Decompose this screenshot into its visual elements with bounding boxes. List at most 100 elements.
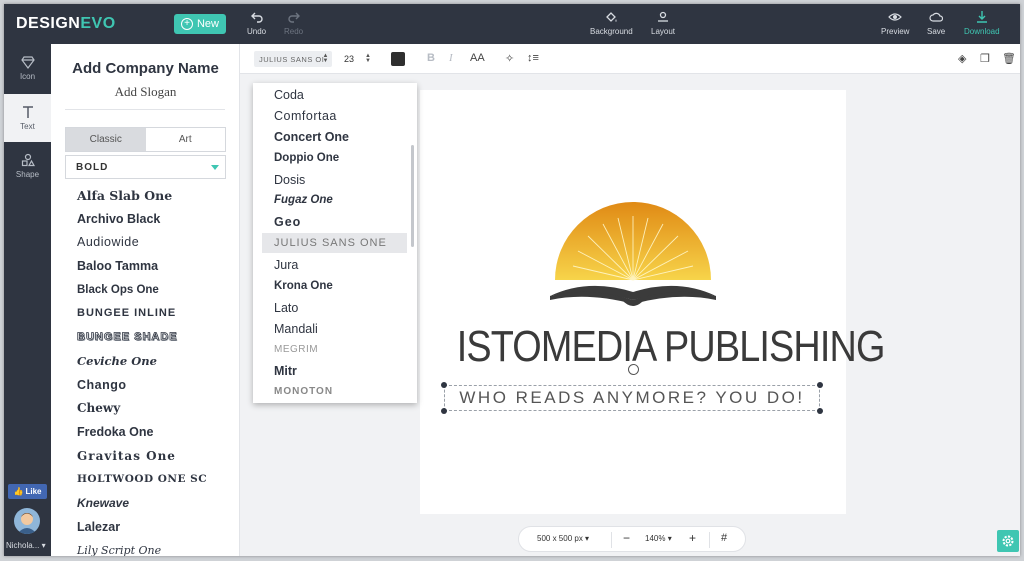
font-size-input[interactable]: 23 ▲ ▼ (340, 51, 374, 67)
trash-icon[interactable]: 🗑 (1002, 52, 1016, 65)
font-list-item[interactable]: Black Ops One (77, 279, 207, 303)
font-category-value: BOLD (76, 161, 109, 173)
tab-art[interactable]: Art (146, 128, 226, 151)
font-family-value: JULIUS SANS OI (259, 54, 325, 64)
font-option[interactable]: Dosis (253, 170, 408, 190)
font-list-item[interactable]: Chango (77, 374, 207, 398)
duplicate-icon[interactable]: ❐ (980, 52, 990, 65)
font-option[interactable]: MEGRIM (253, 340, 408, 360)
font-list-item[interactable]: Alfa Slab One (77, 184, 207, 208)
canvas-size-select[interactable]: 500 x 500 px ▾ (537, 534, 589, 543)
new-label: New (196, 18, 219, 30)
redo-button[interactable]: Redo (284, 10, 303, 36)
zoom-in-button[interactable]: + (689, 531, 696, 545)
settings-button[interactable] (997, 530, 1019, 552)
zoom-out-button[interactable]: − (623, 531, 630, 545)
rotate-handle[interactable] (628, 364, 639, 375)
font-option[interactable]: Comfortaa (253, 106, 408, 126)
font-category-select[interactable]: BOLD (65, 155, 226, 179)
rail-item-text[interactable]: Text (4, 94, 51, 142)
download-icon (976, 11, 987, 23)
cloud-icon (929, 12, 944, 22)
layout-button[interactable]: Layout (651, 10, 675, 36)
magic-wand-icon[interactable]: ✧ (505, 52, 514, 65)
font-option[interactable]: Doppio One (253, 148, 408, 168)
add-slogan-button[interactable]: Add Slogan (51, 84, 239, 100)
username-menu[interactable]: Nichola... ▾ (6, 541, 46, 550)
dropdown-scrollbar[interactable] (411, 145, 414, 247)
layers-icon[interactable]: ◈ (958, 52, 966, 65)
save-button[interactable]: Save (927, 10, 945, 36)
font-option[interactable]: Mandali (253, 319, 408, 339)
save-label: Save (927, 27, 946, 36)
rail-shape-label: Shape (15, 170, 40, 179)
undo-icon (250, 12, 263, 23)
undo-label: Undo (247, 27, 267, 36)
avatar[interactable] (14, 508, 40, 534)
font-list-item[interactable]: Ceviche One (77, 350, 207, 374)
eye-icon (888, 13, 903, 21)
text-color-swatch[interactable] (391, 52, 405, 66)
font-option[interactable]: Lato (253, 298, 408, 318)
text-toolbar: JULIUS SANS OI ▲ ▼ 23 ▲ ▼ B I AA ✧ ↕≡ ◈ ❐ … (240, 44, 1020, 74)
font-option[interactable]: Mitr (253, 361, 408, 381)
zoom-select[interactable]: 140% ▾ (645, 534, 672, 543)
preview-button[interactable]: Preview (881, 10, 909, 36)
tagline-text[interactable]: WHO READS ANYMORE? YOU DO! (444, 385, 820, 411)
preview-label: Preview (881, 27, 910, 36)
italic-icon[interactable]: I (449, 52, 453, 64)
resize-handle[interactable] (441, 408, 447, 414)
font-list-item[interactable]: Baloo Tamma (77, 255, 207, 279)
bold-icon[interactable]: B (427, 52, 435, 64)
logo-text-part2: EVO (80, 15, 116, 32)
chevron-down-icon: ▾ (41, 541, 46, 550)
rail-item-shape[interactable]: Shape (4, 142, 51, 190)
font-list-item[interactable]: Gravitas One (77, 445, 207, 469)
tab-classic[interactable]: Classic (66, 128, 146, 151)
font-list-item[interactable]: Lily Script One (77, 539, 207, 556)
font-list-item[interactable]: Chewy (77, 397, 207, 421)
font-list-item[interactable]: HOLTWOOD ONE SC (77, 468, 207, 492)
uppercase-icon[interactable]: AA (470, 52, 485, 64)
font-option[interactable]: Coda (253, 85, 408, 105)
font-option[interactable]: Krona One (253, 276, 408, 296)
new-button[interactable]: + New (174, 14, 226, 34)
logo-text-part1: DESIGN (16, 15, 81, 32)
font-option[interactable]: Geo (253, 212, 408, 232)
font-list-item[interactable]: Fredoka One (77, 421, 207, 445)
divider (709, 532, 710, 548)
sun-book-logo[interactable] (548, 196, 718, 311)
rail-item-icon[interactable]: Icon (4, 44, 51, 92)
avatar-image (17, 513, 37, 534)
grid-icon[interactable]: # (721, 532, 727, 544)
font-list-item[interactable]: Knewave (77, 492, 207, 516)
font-option[interactable]: Jura (253, 255, 408, 275)
font-list-item[interactable]: Lalezar (77, 516, 207, 540)
font-option[interactable]: Concert One (253, 127, 408, 147)
font-option[interactable]: Fugaz One (253, 190, 408, 210)
font-list-item[interactable]: Audiowide (77, 231, 207, 255)
font-list: Alfa Slab One Archivo Black Audiowide Ba… (77, 184, 207, 556)
resize-handle[interactable] (817, 408, 823, 414)
font-family-select[interactable]: JULIUS SANS OI ▲ ▼ (254, 51, 332, 67)
rail-icon-label: Icon (19, 72, 36, 81)
font-option-selected[interactable]: JULIUS SANS ONE (262, 233, 407, 253)
font-list-item[interactable]: BUNGEE SHADE (77, 326, 207, 350)
app-logo[interactable]: DESIGNEVO (16, 15, 116, 33)
background-button[interactable]: Background (590, 10, 633, 36)
resize-handle[interactable] (817, 382, 823, 388)
top-bar: DESIGNEVO + New Undo Redo Background Layo… (4, 4, 1020, 44)
add-company-name-button[interactable]: Add Company Name (51, 60, 239, 77)
facebook-like-button[interactable]: 👍 Like (8, 484, 47, 499)
design-canvas[interactable]: ISTOMEDIA PUBLISHING WHO READS ANYMORE? … (420, 90, 885, 514)
rail-text-label: Text (20, 122, 35, 131)
redo-icon (287, 12, 300, 23)
font-option[interactable]: MONOTON (253, 382, 408, 402)
resize-handle[interactable] (441, 382, 447, 388)
undo-button[interactable]: Undo (247, 10, 266, 36)
download-button[interactable]: Download (964, 10, 1000, 36)
line-spacing-icon[interactable]: ↕≡ (527, 52, 539, 64)
font-size-value: 23 (344, 54, 355, 64)
font-list-item[interactable]: BUNGEE INLINE (77, 302, 207, 326)
font-list-item[interactable]: Archivo Black (77, 208, 207, 232)
